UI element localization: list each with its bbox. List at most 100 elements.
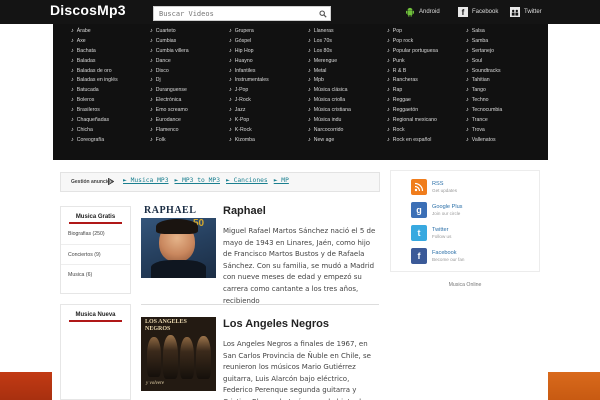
social-item-rss[interactable]: RSS Get updates <box>411 179 457 195</box>
genre-link[interactable]: ♪ Árabe <box>71 26 150 36</box>
genre-link[interactable]: ♪ Música criolla <box>308 95 387 105</box>
genre-link[interactable]: ♪ Trova <box>466 125 545 135</box>
ad-link-musica-mp3[interactable]: ► Musica MP3 <box>123 177 169 184</box>
genre-link[interactable]: ♪ Música cristiana <box>308 105 387 115</box>
genre-link[interactable]: ♪ Sertanejo <box>466 46 545 56</box>
genre-link[interactable]: ♪ Boleros <box>71 95 150 105</box>
genre-link[interactable]: ♪ Grupera <box>229 26 308 36</box>
genre-link[interactable]: ♪ Folk <box>150 135 229 145</box>
genre-link[interactable]: ♪ Rock <box>387 125 466 135</box>
genre-link[interactable]: ♪ Vallenatos <box>466 135 545 145</box>
android-link[interactable]: Android <box>405 6 440 18</box>
genre-link[interactable]: ♪ Tahitian <box>466 75 545 85</box>
genre-link[interactable]: ♪ Huayno <box>229 56 308 66</box>
genre-link[interactable]: ♪ Infantiles <box>229 66 308 76</box>
genre-link[interactable]: ♪ Chicha <box>71 125 150 135</box>
genre-link[interactable]: ♪ Reggaetón <box>387 105 466 115</box>
genre-link[interactable]: ♪ Baladas de oro <box>71 66 150 76</box>
genre-link[interactable]: ♪ J-Rock <box>229 95 308 105</box>
genre-link[interactable]: ♪ Soundtracks <box>466 66 545 76</box>
facebook-link[interactable]: f Facebook <box>458 6 498 18</box>
genre-link[interactable]: ♪ Tango <box>466 85 545 95</box>
genre-link[interactable]: ♪ Batucada <box>71 85 150 95</box>
genre-label: Tahitian <box>471 77 490 84</box>
genre-link[interactable]: ♪ Los 80s <box>308 46 387 56</box>
genre-link[interactable]: ♪ New age <box>308 135 387 145</box>
genre-link[interactable]: ♪ Metal <box>308 66 387 76</box>
genre-link[interactable]: ♪ Música clásica <box>308 85 387 95</box>
genre-link[interactable]: ♪ Jazz <box>229 105 308 115</box>
genre-link[interactable]: ♪ R & B <box>387 66 466 76</box>
article-title-los-angeles-negros[interactable]: Los Angeles Negros <box>223 318 329 330</box>
genre-link[interactable]: ♪ Disco <box>150 66 229 76</box>
genre-link[interactable]: ♪ Llaneras <box>308 26 387 36</box>
genre-link[interactable]: ♪ Regional mexicano <box>387 115 466 125</box>
social-item-facebook[interactable]: f Facebook Become our fan <box>411 248 464 264</box>
ad-link-mp[interactable]: ► MP <box>274 177 289 184</box>
ad-link-mp3-to-mp3[interactable]: ► MP3 to MP3 <box>175 177 221 184</box>
social-item-google-plus[interactable]: g Google Plus Join our circle <box>411 202 462 218</box>
genre-link[interactable]: ♪ Góspel <box>229 36 308 46</box>
genre-link[interactable]: ♪ Bachata <box>71 46 150 56</box>
musica-online-label[interactable]: Musica Online <box>390 282 540 288</box>
ad-choices-label[interactable]: Gestión anuncios <box>71 179 113 185</box>
genre-link[interactable]: ♪ Pop rock <box>387 36 466 46</box>
genre-link[interactable]: ♪ Trance <box>466 115 545 125</box>
genre-link[interactable]: ♪ Techno <box>466 95 545 105</box>
genre-link[interactable]: ♪ Kizomba <box>229 135 308 145</box>
genre-link[interactable]: ♪ K-Pop <box>229 115 308 125</box>
genre-link[interactable]: ♪ Mpb <box>308 75 387 85</box>
twitter-link[interactable]: Twitter <box>510 6 542 18</box>
genre-link[interactable]: ♪ Dance <box>150 56 229 66</box>
genre-link[interactable]: ♪ Narcocorrido <box>308 125 387 135</box>
genre-link[interactable]: ♪ Axe <box>71 36 150 46</box>
genre-link[interactable]: ♪ Cumbias <box>150 36 229 46</box>
genre-link[interactable]: ♪ Chaqueñadas <box>71 115 150 125</box>
search-box[interactable] <box>153 6 331 21</box>
genre-link[interactable]: ♪ Flamenco <box>150 125 229 135</box>
genre-link[interactable]: ♪ Rap <box>387 85 466 95</box>
genre-link[interactable]: ♪ J-Pop <box>229 85 308 95</box>
genre-link[interactable]: ♪ Instrumentales <box>229 75 308 85</box>
genre-link[interactable]: ♪ Rancheras <box>387 75 466 85</box>
genre-link[interactable]: ♪ Hip Hop <box>229 46 308 56</box>
genre-link[interactable]: ♪ Los 70s <box>308 36 387 46</box>
ad-choices-icon[interactable] <box>108 178 114 185</box>
sidebar-item-biografias[interactable]: Biografias (250) <box>61 224 130 245</box>
genre-link[interactable]: ♪ Soul <box>466 56 545 66</box>
genre-link[interactable]: ♪ Punk <box>387 56 466 66</box>
genre-link[interactable]: ♪ Cumbia villera <box>150 46 229 56</box>
genre-link[interactable]: ♪ Coreografía <box>71 135 150 145</box>
genre-link[interactable]: ♪ Brasileros <box>71 105 150 115</box>
genre-link[interactable]: ♪ Popular portuguesa <box>387 46 466 56</box>
genre-link[interactable]: ♪ Samba <box>466 36 545 46</box>
genre-link[interactable]: ♪ Pop <box>387 26 466 36</box>
genre-link[interactable]: ♪ Dj <box>150 75 229 85</box>
genre-link[interactable]: ♪ Rock en español <box>387 135 466 145</box>
search-input[interactable] <box>159 8 309 20</box>
ad-link-canciones[interactable]: ► Canciones <box>226 177 268 184</box>
search-icon[interactable] <box>319 10 327 18</box>
genre-link[interactable]: ♪ Tecnocumbia <box>466 105 545 115</box>
genre-link[interactable]: ♪ Salsa <box>466 26 545 36</box>
genre-label: Metal <box>313 67 327 74</box>
genre-link[interactable]: ♪ Reggae <box>387 95 466 105</box>
genre-link[interactable]: ♪ Baladas en inglés <box>71 75 150 85</box>
genres-menu: ♪ Árabe ♪ Axe ♪ Bachata ♪ Baladas ♪ Baladas de or… <box>53 24 548 160</box>
genre-link[interactable]: ♪ Baladas <box>71 56 150 66</box>
genre-link[interactable]: ♪ Cuarteto <box>150 26 229 36</box>
sidebar-item-musica[interactable]: Musica (6) <box>61 265 130 286</box>
genre-link[interactable]: ♪ Música indu <box>308 115 387 125</box>
genre-link[interactable]: ♪ Duranguense <box>150 85 229 95</box>
genre-link[interactable]: ♪ K-Rock <box>229 125 308 135</box>
raphael-thumbnail[interactable]: RAPHAEL 50 <box>141 204 216 278</box>
sidebar-item-conciertos[interactable]: Conciertos (9) <box>61 245 130 265</box>
genre-link[interactable]: ♪ Eurodance <box>150 115 229 125</box>
site-logo[interactable]: DiscosMp3 <box>50 2 126 18</box>
genre-link[interactable]: ♪ Emo screamo <box>150 105 229 115</box>
genre-link[interactable]: ♪ Merengue <box>308 56 387 66</box>
los-angeles-negros-thumbnail[interactable]: LOS ANGELES NEGROS y volvere <box>141 317 216 391</box>
article-title-raphael[interactable]: Raphael <box>223 205 266 217</box>
social-item-twitter[interactable]: t Twitter Follow us <box>411 225 451 241</box>
genre-link[interactable]: ♪ Electrónica <box>150 95 229 105</box>
